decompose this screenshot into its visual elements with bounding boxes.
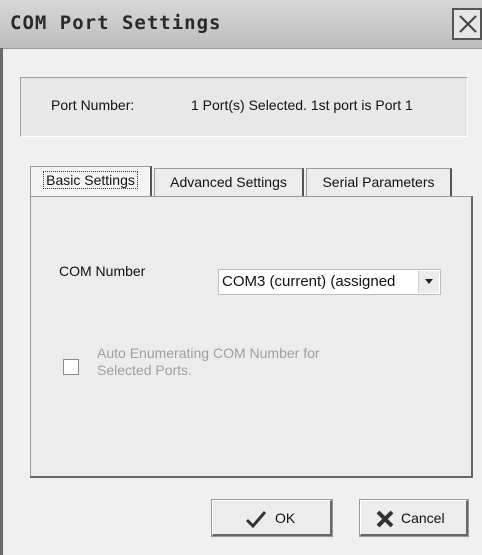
- port-info-box: Port Number: 1 Port(s) Selected. 1st por…: [20, 77, 468, 137]
- title-bar: COM Port Settings: [0, 0, 482, 49]
- cancel-button[interactable]: Cancel: [359, 499, 469, 537]
- auto-enumerating-label: Auto Enumerating COM Number for Selected…: [97, 345, 320, 378]
- tab-serial-parameters[interactable]: Serial Parameters: [306, 168, 452, 196]
- window-title: COM Port Settings: [10, 12, 222, 34]
- cancel-label: Cancel: [401, 510, 445, 526]
- com-number-value: COM3 (current) (assigned: [222, 273, 396, 290]
- close-icon: [459, 15, 477, 33]
- tab-basic-settings[interactable]: Basic Settings: [30, 166, 152, 196]
- chevron-down-icon: [425, 279, 433, 284]
- window-frame: [0, 48, 3, 555]
- port-number-label: Port Number:: [51, 97, 135, 113]
- checkmark-icon: [245, 511, 267, 528]
- auto-enumerating-checkbox[interactable]: [63, 359, 79, 375]
- x-icon: [376, 510, 394, 528]
- ok-button[interactable]: OK: [211, 499, 333, 537]
- basic-settings-panel: COM Number COM3 (current) (assigned Auto…: [30, 196, 473, 478]
- tab-advanced-settings[interactable]: Advanced Settings: [154, 168, 304, 196]
- ok-label: OK: [275, 510, 296, 526]
- com-number-select[interactable]: COM3 (current) (assigned: [218, 269, 441, 295]
- port-number-value: 1 Port(s) Selected. 1st port is Port 1: [191, 97, 413, 113]
- com-number-label: COM Number: [59, 263, 146, 279]
- close-button[interactable]: [452, 8, 482, 40]
- dropdown-button[interactable]: [418, 271, 439, 293]
